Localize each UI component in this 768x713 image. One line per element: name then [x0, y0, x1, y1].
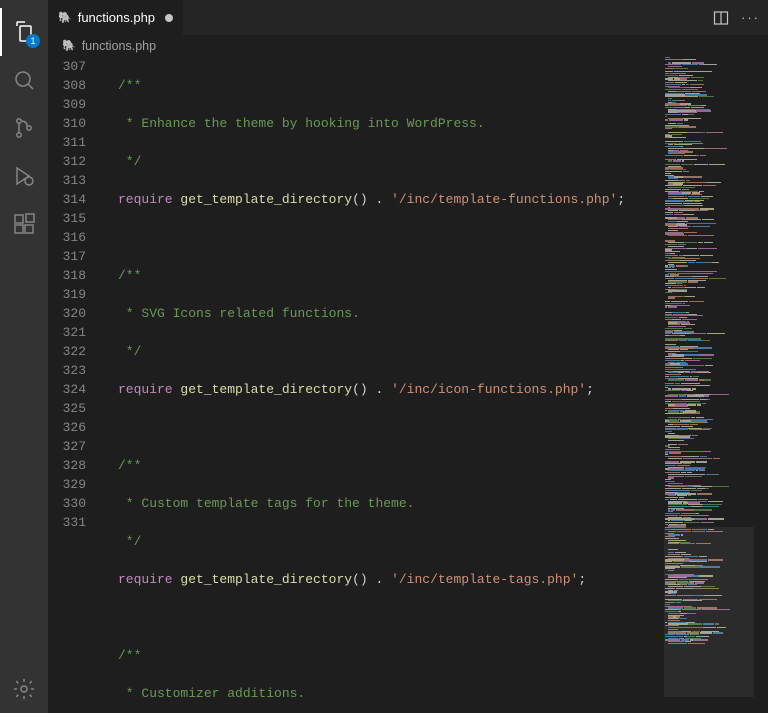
tab-functions-php[interactable]: 🐘 functions.php: [48, 0, 184, 35]
vertical-scrollbar[interactable]: [754, 57, 768, 713]
indent-guides: [104, 57, 118, 713]
extensions-icon[interactable]: [0, 200, 48, 248]
explorer-badge: 1: [26, 34, 40, 48]
more-actions-icon[interactable]: ···: [741, 10, 760, 25]
split-editor-icon[interactable]: [713, 10, 729, 26]
run-debug-icon[interactable]: [0, 152, 48, 200]
breadcrumb[interactable]: 🐘 functions.php: [48, 35, 768, 57]
explorer-icon[interactable]: 1: [0, 8, 48, 56]
dirty-indicator-icon: [165, 14, 173, 22]
source-control-icon[interactable]: [0, 104, 48, 152]
line-number-gutter: 3073083093103113123133143153163173183193…: [48, 57, 104, 713]
code-editor[interactable]: 3073083093103113123133143153163173183193…: [48, 57, 664, 713]
editor-group: 🐘 functions.php ··· 🐘 functions.php 3073…: [48, 0, 768, 713]
php-file-icon: 🐘: [62, 39, 76, 52]
settings-gear-icon[interactable]: [0, 665, 48, 713]
breadcrumb-label: functions.php: [82, 39, 156, 53]
php-file-icon: 🐘: [58, 11, 72, 24]
search-icon[interactable]: [0, 56, 48, 104]
editor-area: 3073083093103113123133143153163173183193…: [48, 57, 768, 713]
minimap[interactable]: [664, 57, 754, 713]
activity-bar: 1: [0, 0, 48, 713]
code-content[interactable]: /** * Enhance the theme by hooking into …: [118, 57, 664, 713]
tab-label: functions.php: [78, 10, 155, 25]
tab-bar: 🐘 functions.php ···: [48, 0, 768, 35]
minimap-viewport[interactable]: [664, 527, 754, 697]
